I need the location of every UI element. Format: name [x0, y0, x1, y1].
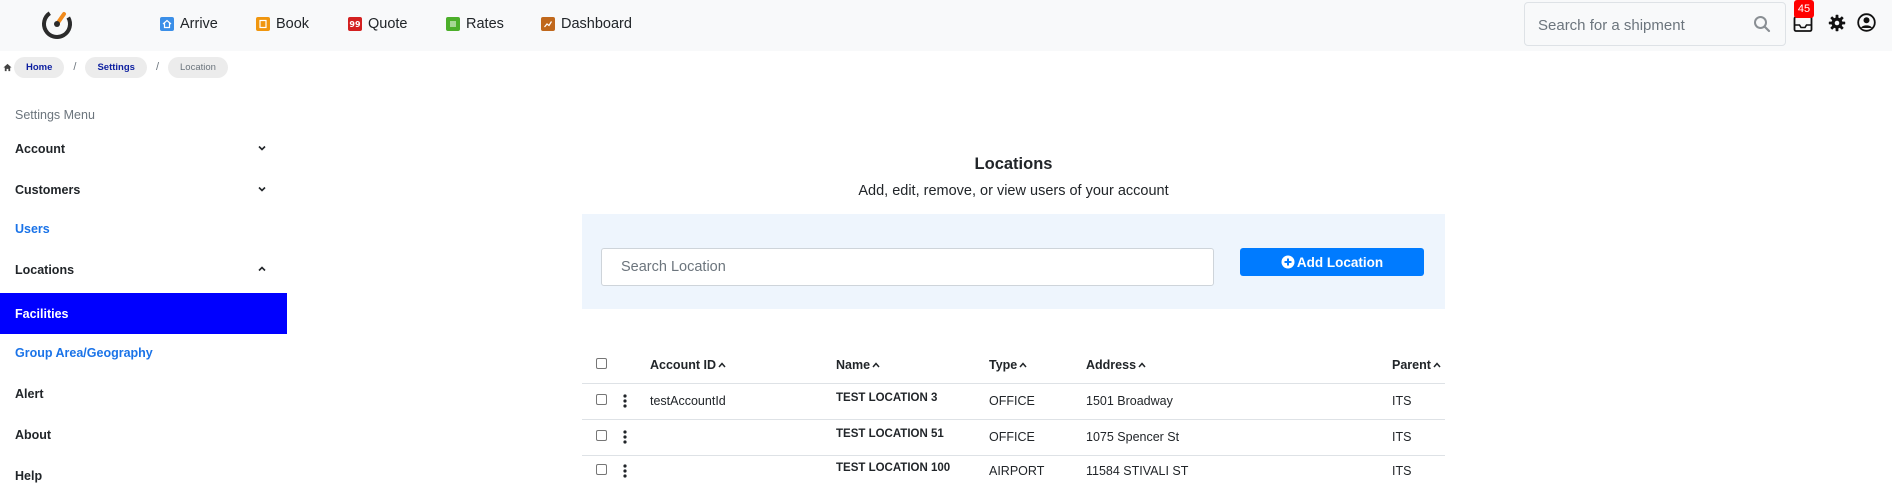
chevron-down-icon [258, 186, 266, 192]
sidebar-item-locations[interactable]: Locations [0, 249, 287, 290]
breadcrumb-settings[interactable]: Settings [85, 56, 147, 78]
cell-type: OFFICE [989, 430, 1035, 444]
sidebar-item-label: Group Area/Geography [15, 345, 153, 360]
book-icon [256, 17, 270, 31]
cell-parent: ITS [1392, 430, 1412, 444]
breadcrumb-separator: / [73, 61, 77, 73]
cell-address: 1501 Broadway [1086, 394, 1173, 408]
column-label: Type [989, 358, 1018, 372]
column-label: Address [1086, 358, 1137, 372]
sidebar-item-label: Alert [15, 386, 44, 401]
sort-up-icon [1138, 362, 1146, 368]
cell-account-id: testAccountId [650, 394, 726, 408]
column-label: Account ID [650, 358, 716, 372]
add-location-label: Add Location [1296, 254, 1384, 270]
cell-type: AIRPORT [989, 464, 1045, 478]
sort-up-icon [718, 362, 726, 368]
shipment-search-input[interactable] [1538, 14, 1748, 36]
location-search-input[interactable] [601, 248, 1214, 286]
row-checkbox[interactable] [596, 394, 607, 405]
row-checkbox[interactable] [596, 430, 607, 441]
column-label: Name [836, 358, 871, 372]
add-location-button[interactable]: Add Location [1240, 248, 1424, 276]
column-header-account-id[interactable]: Account ID [650, 358, 726, 372]
sidebar-item-users[interactable]: Users [0, 208, 287, 249]
more-options-icon[interactable] [623, 464, 627, 478]
table-row: TEST LOCATION 51 OFFICE 1075 Spencer St … [582, 420, 1445, 456]
cell-address: 11584 STIVALI ST [1086, 464, 1189, 478]
home-icon [160, 17, 174, 31]
cell-parent: ITS [1392, 394, 1412, 408]
chevron-down-icon [258, 145, 266, 151]
sidebar-item-about[interactable]: About [0, 414, 287, 455]
shipment-search [1524, 2, 1786, 46]
cell-parent: ITS [1392, 464, 1412, 478]
quote-icon: 99 [348, 17, 362, 31]
select-all-checkbox[interactable] [596, 358, 607, 369]
sidebar-item-account[interactable]: Account [0, 128, 287, 169]
cell-address: 1075 Spencer St [1086, 430, 1180, 444]
sidebar-item-group-area[interactable]: Group Area/Geography [0, 332, 287, 373]
nav-label: Quote [368, 16, 408, 32]
breadcrumb: Home / Settings / Location [0, 56, 228, 78]
sidebar-item-label: About [15, 427, 52, 442]
page-subtitle: Add, edit, remove, or view users of your… [858, 183, 1169, 199]
row-checkbox[interactable] [596, 464, 607, 475]
sidebar-item-customers[interactable]: Customers [0, 169, 287, 210]
page-title: Locations [974, 155, 1053, 173]
nav-quote[interactable]: 99 Quote [348, 14, 408, 34]
sidebar-item-label: Help [15, 468, 43, 483]
column-header-address[interactable]: Address [1086, 358, 1146, 372]
sort-up-icon [1019, 362, 1027, 368]
chevron-up-icon [258, 266, 266, 272]
nav-label: Arrive [180, 16, 218, 32]
user-account-icon[interactable] [1857, 13, 1876, 32]
locations-table: Account ID Name Type Address Parent test… [582, 349, 1445, 491]
breadcrumb-home[interactable]: Home [14, 56, 65, 78]
gear-icon[interactable] [1828, 14, 1846, 32]
sidebar-item-label: Locations [15, 262, 75, 277]
search-icon[interactable] [1753, 15, 1771, 33]
breadcrumb-separator: / [155, 61, 160, 73]
column-header-type[interactable]: Type [989, 358, 1027, 372]
cell-name: TEST LOCATION 51 [836, 428, 944, 440]
more-options-icon[interactable] [623, 394, 627, 408]
sort-up-icon [872, 362, 880, 368]
sidebar-item-label: Customers [15, 182, 81, 197]
top-navbar: Arrive Book 99 Quote Rates Dashboard 45 [0, 0, 1892, 51]
plus-circle-icon [1281, 255, 1295, 269]
sidebar-item-facilities[interactable]: Facilities [0, 293, 287, 334]
nav-dashboard[interactable]: Dashboard [541, 14, 632, 34]
column-header-name[interactable]: Name [836, 358, 880, 372]
location-toolbar: Add Location [582, 214, 1445, 309]
dashboard-icon [541, 17, 555, 31]
nav-rates[interactable]: Rates [446, 14, 504, 34]
sidebar-item-label: Account [15, 141, 65, 156]
breadcrumb-location: Location [168, 56, 228, 78]
sidebar-item-label: Users [15, 221, 50, 236]
sidebar-item-label: Facilities [15, 306, 69, 321]
app-logo[interactable] [40, 7, 74, 41]
sidebar-title: Settings Menu [15, 108, 95, 122]
more-options-icon[interactable] [623, 430, 627, 444]
notification-badge[interactable]: 45 [1794, 0, 1814, 18]
nav-label: Book [276, 16, 310, 32]
breadcrumb-home-icon[interactable] [3, 63, 12, 72]
nav-label: Dashboard [561, 16, 632, 32]
table-header: Account ID Name Type Address Parent [582, 349, 1445, 384]
sort-up-icon [1433, 362, 1441, 368]
cell-name: TEST LOCATION 100 [836, 462, 951, 474]
cell-name: TEST LOCATION 3 [836, 392, 938, 404]
table-row: testAccountId TEST LOCATION 3 OFFICE 150… [582, 384, 1445, 420]
cell-type: OFFICE [989, 394, 1035, 408]
nav-book[interactable]: Book [256, 14, 309, 34]
column-header-parent[interactable]: Parent [1392, 358, 1441, 372]
column-label: Parent [1392, 358, 1431, 372]
nav-arrive[interactable]: Arrive [160, 14, 218, 34]
rates-icon [446, 17, 460, 31]
table-row: TEST LOCATION 100 AIRPORT 11584 STIVALI … [582, 456, 1445, 491]
sidebar-item-alert[interactable]: Alert [0, 373, 287, 414]
nav-label: Rates [466, 16, 504, 32]
sidebar-item-help[interactable]: Help [0, 455, 287, 491]
